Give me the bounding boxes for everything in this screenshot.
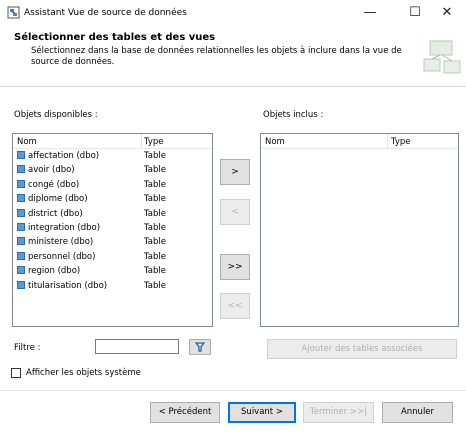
- list-item[interactable]: district (dbo) Table: [13, 207, 212, 221]
- item-type: Table: [144, 194, 166, 205]
- item-name: integration (dbo): [28, 222, 101, 233]
- item-type: Table: [144, 237, 166, 248]
- close-button[interactable]: ✕: [430, 3, 464, 23]
- available-list[interactable]: Nom Type affectation (dbo) Table avoir (d…: [12, 133, 213, 327]
- list-item[interactable]: region (dbo) Table: [13, 264, 212, 278]
- table-icon: [17, 179, 25, 188]
- footer-separator: [0, 390, 466, 391]
- included-list[interactable]: Nom Type: [260, 133, 459, 327]
- item-name: diplome (dbo): [28, 194, 88, 205]
- available-label: Objets disponibles :: [14, 110, 98, 120]
- table-icon: [17, 165, 25, 174]
- page-title: Sélectionner des tables et des vues: [14, 32, 216, 43]
- col-name-header[interactable]: Nom: [265, 137, 285, 147]
- add-selected-button[interactable]: >: [220, 159, 250, 185]
- item-name: district (dbo): [28, 208, 83, 219]
- back-button[interactable]: < Précédent: [150, 402, 220, 423]
- item-name: region (dbo): [28, 266, 81, 277]
- remove-selected-button[interactable]: <: [220, 199, 250, 225]
- add-all-button[interactable]: >>: [220, 254, 250, 280]
- app-icon: [7, 6, 20, 19]
- table-icon: [17, 222, 25, 231]
- item-name: titularisation (dbo): [28, 280, 108, 291]
- next-button[interactable]: Suivant >: [228, 402, 296, 423]
- item-type: Table: [144, 151, 166, 161]
- maximize-button[interactable]: ☐: [398, 3, 432, 23]
- list-item[interactable]: avoir (dbo) Table: [13, 163, 212, 177]
- list-item[interactable]: diplome (dbo) Table: [13, 192, 212, 206]
- column-divider: [141, 134, 142, 148]
- item-name: avoir (dbo): [28, 165, 75, 176]
- item-type: Table: [144, 208, 166, 219]
- col-name-header[interactable]: Nom: [17, 137, 37, 147]
- included-list-header: Nom Type: [261, 134, 458, 149]
- col-type-header[interactable]: Type: [391, 137, 411, 147]
- item-type: Table: [144, 179, 166, 190]
- table-icon: [17, 266, 25, 275]
- table-icon: [17, 151, 25, 159]
- table-icon: [17, 251, 25, 260]
- page-description: Sélectionnez dans la base de données rel…: [31, 46, 402, 67]
- list-item[interactable]: titularisation (dbo) Table: [13, 279, 212, 293]
- item-type: Table: [144, 222, 166, 233]
- header-separator: [0, 86, 466, 87]
- list-item[interactable]: integration (dbo) Table: [13, 221, 212, 235]
- column-divider: [387, 134, 388, 148]
- item-type: Table: [144, 280, 166, 291]
- funnel-icon: [194, 342, 206, 352]
- list-item[interactable]: congé (dbo) Table: [13, 178, 212, 192]
- cancel-button[interactable]: Annuler: [382, 402, 453, 423]
- item-name: ministere (dbo): [28, 237, 94, 248]
- remove-all-button[interactable]: <<: [220, 293, 250, 319]
- wizard-graphic-icon: [423, 40, 461, 74]
- minimize-button[interactable]: —: [353, 3, 387, 23]
- show-system-objects-label: Afficher les objets système: [26, 368, 141, 378]
- item-name: congé (dbo): [28, 179, 80, 190]
- item-type: Table: [144, 165, 166, 176]
- list-item[interactable]: ministere (dbo) Table: [13, 235, 212, 249]
- col-type-header[interactable]: Type: [144, 137, 164, 147]
- filter-label: Filtre :: [14, 343, 41, 353]
- filter-button[interactable]: [189, 339, 211, 355]
- show-system-objects-checkbox[interactable]: [11, 368, 21, 378]
- item-type: Table: [144, 251, 166, 262]
- available-list-header: Nom Type: [13, 134, 212, 149]
- list-item[interactable]: personnel (dbo) Table: [13, 250, 212, 264]
- table-icon: [17, 280, 25, 289]
- table-icon: [17, 237, 25, 246]
- finish-button[interactable]: Terminer >>|: [303, 402, 374, 423]
- table-icon: [17, 208, 25, 217]
- item-name: personnel (dbo): [28, 251, 96, 262]
- wizard-header: Sélectionner des tables et des vues Séle…: [0, 25, 466, 86]
- filter-input[interactable]: [95, 339, 179, 354]
- table-icon: [17, 194, 25, 203]
- included-label: Objets inclus :: [263, 110, 324, 120]
- title-bar: Assistant Vue de source de données — ☐ ✕: [0, 0, 466, 25]
- list-item[interactable]: affectation (dbo) Table: [13, 149, 212, 163]
- item-name: affectation (dbo): [28, 151, 100, 161]
- window-title: Assistant Vue de source de données: [24, 8, 187, 18]
- item-type: Table: [144, 266, 166, 277]
- add-related-tables-button[interactable]: Ajouter des tables associées: [267, 339, 457, 359]
